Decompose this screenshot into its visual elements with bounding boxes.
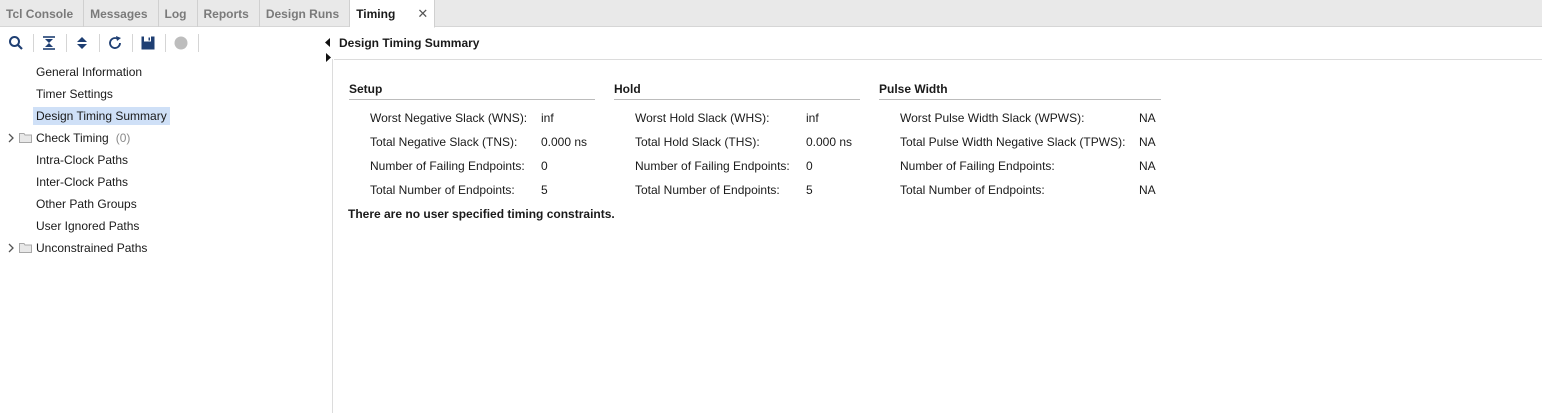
tree-item-label: Timer Settings [36, 87, 113, 101]
collapse-all-icon[interactable] [39, 33, 59, 53]
setup-wns-label: Worst Negative Slack (WNS): [370, 111, 528, 125]
hold-failing-endpoints-label: Number of Failing Endpoints: [635, 159, 790, 173]
tab-label: Messages [90, 6, 148, 21]
setup-total-endpoints-label: Total Number of Endpoints: [370, 183, 515, 197]
tab-label: Tcl Console [6, 6, 74, 21]
hold-whs-label: Worst Hold Slack (WHS): [635, 111, 770, 125]
pulse-tpws-label: Total Pulse Width Negative Slack (TPWS): [900, 135, 1126, 149]
tree-item-label: User Ignored Paths [36, 219, 140, 233]
setup-failing-endpoints-value[interactable]: 0 [541, 159, 548, 173]
toolbar-divider [132, 34, 133, 52]
toolbar-divider [165, 34, 166, 52]
pulse-wpws-value[interactable]: NA [1139, 111, 1156, 125]
tree-item-timer-settings[interactable]: Timer Settings [33, 84, 116, 104]
setup-wns-value[interactable]: inf [541, 111, 554, 125]
chevron-right-icon[interactable] [6, 132, 16, 144]
panel-title: Design Timing Summary [339, 36, 480, 50]
tree-item-label: Unconstrained Paths [36, 241, 148, 255]
tab-log[interactable]: Log [159, 0, 198, 27]
folder-icon [19, 132, 32, 146]
tree-item-label: Design Timing Summary [33, 107, 170, 125]
tree-item-user-ignored-paths[interactable]: User Ignored Paths [33, 216, 142, 236]
tree-item-intra-clock-paths[interactable]: Intra-Clock Paths [33, 150, 131, 170]
setup-tns-label: Total Negative Slack (TNS): [370, 135, 518, 149]
tree-item-label: Other Path Groups [36, 197, 137, 211]
toolbar-divider [198, 34, 199, 52]
tree-item-inter-clock-paths[interactable]: Inter-Clock Paths [33, 172, 131, 192]
folder-icon [19, 242, 32, 256]
hold-ths-value[interactable]: 0.000 ns [806, 135, 852, 149]
close-icon[interactable]: ✕ [417, 6, 428, 22]
setup-total-endpoints-value[interactable]: 5 [541, 183, 548, 197]
pulse-tpws-value[interactable]: NA [1139, 135, 1156, 149]
tree-item-design-timing-summary[interactable]: Design Timing Summary [33, 106, 170, 126]
hold-failing-endpoints-value[interactable]: 0 [806, 159, 813, 173]
pulse-total-endpoints-value[interactable]: NA [1139, 183, 1156, 197]
tab-reports[interactable]: Reports [198, 0, 260, 27]
tree-item-label: Inter-Clock Paths [36, 175, 129, 189]
save-icon[interactable] [138, 33, 158, 53]
tab-label: Design Runs [265, 6, 340, 21]
chevron-right-icon[interactable] [6, 242, 16, 254]
setup-section-title: Setup [349, 82, 595, 100]
tree-item-label: Check Timing [36, 131, 109, 145]
toolbar-divider [66, 34, 67, 52]
search-icon[interactable] [6, 33, 26, 53]
pulse-failing-endpoints-label: Number of Failing Endpoints: [900, 159, 1055, 173]
tree-item-other-path-groups[interactable]: Other Path Groups [33, 194, 140, 214]
toolbar-divider [33, 34, 34, 52]
hold-ths-label: Total Hold Slack (THS): [635, 135, 760, 149]
tab-timing[interactable]: Timing ✕ [350, 0, 436, 28]
tab-label: Log [164, 6, 187, 21]
setup-failing-endpoints-label: Number of Failing Endpoints: [370, 159, 525, 173]
tree-item-label: General Information [36, 65, 143, 79]
pulse-wpws-label: Worst Pulse Width Slack (WPWS): [900, 111, 1085, 125]
toolbar [0, 27, 333, 59]
pulse-total-endpoints-label: Total Number of Endpoints: [900, 183, 1045, 197]
tab-messages[interactable]: Messages [84, 0, 159, 27]
pulse-width-section-title: Pulse Width [879, 82, 1161, 100]
tree-item-count: (0) [115, 131, 131, 145]
panel-splitter-arrows[interactable] [323, 36, 333, 64]
tree-item-general-information[interactable]: General Information [33, 62, 145, 82]
timing-tree-panel: General Information Timer Settings Desig… [0, 59, 333, 413]
hold-total-endpoints-label: Total Number of Endpoints: [635, 183, 780, 197]
tree-item-label: Intra-Clock Paths [36, 153, 129, 167]
tree-item-check-timing[interactable]: Check Timing (0) [0, 128, 130, 148]
tab-design-runs[interactable]: Design Runs [260, 0, 351, 27]
hold-section-title: Hold [614, 82, 860, 100]
tab-label: Timing [356, 6, 396, 21]
tab-bar: Tcl Console Messages Log Reports Design … [0, 0, 1542, 28]
hold-total-endpoints-value[interactable]: 5 [806, 183, 813, 197]
tab-label: Reports [203, 6, 249, 21]
toolbar-divider [99, 34, 100, 52]
tree-item-unconstrained-paths[interactable]: Unconstrained Paths [0, 238, 150, 258]
pulse-failing-endpoints-value[interactable]: NA [1139, 159, 1156, 173]
stop-icon[interactable] [171, 33, 191, 53]
expand-all-icon[interactable] [72, 33, 92, 53]
no-constraints-note: There are no user specified timing const… [348, 207, 615, 221]
tab-tcl-console[interactable]: Tcl Console [0, 0, 85, 27]
setup-tns-value[interactable]: 0.000 ns [541, 135, 587, 149]
refresh-icon[interactable] [105, 33, 125, 53]
divider [334, 59, 1542, 60]
hold-whs-value[interactable]: inf [806, 111, 819, 125]
